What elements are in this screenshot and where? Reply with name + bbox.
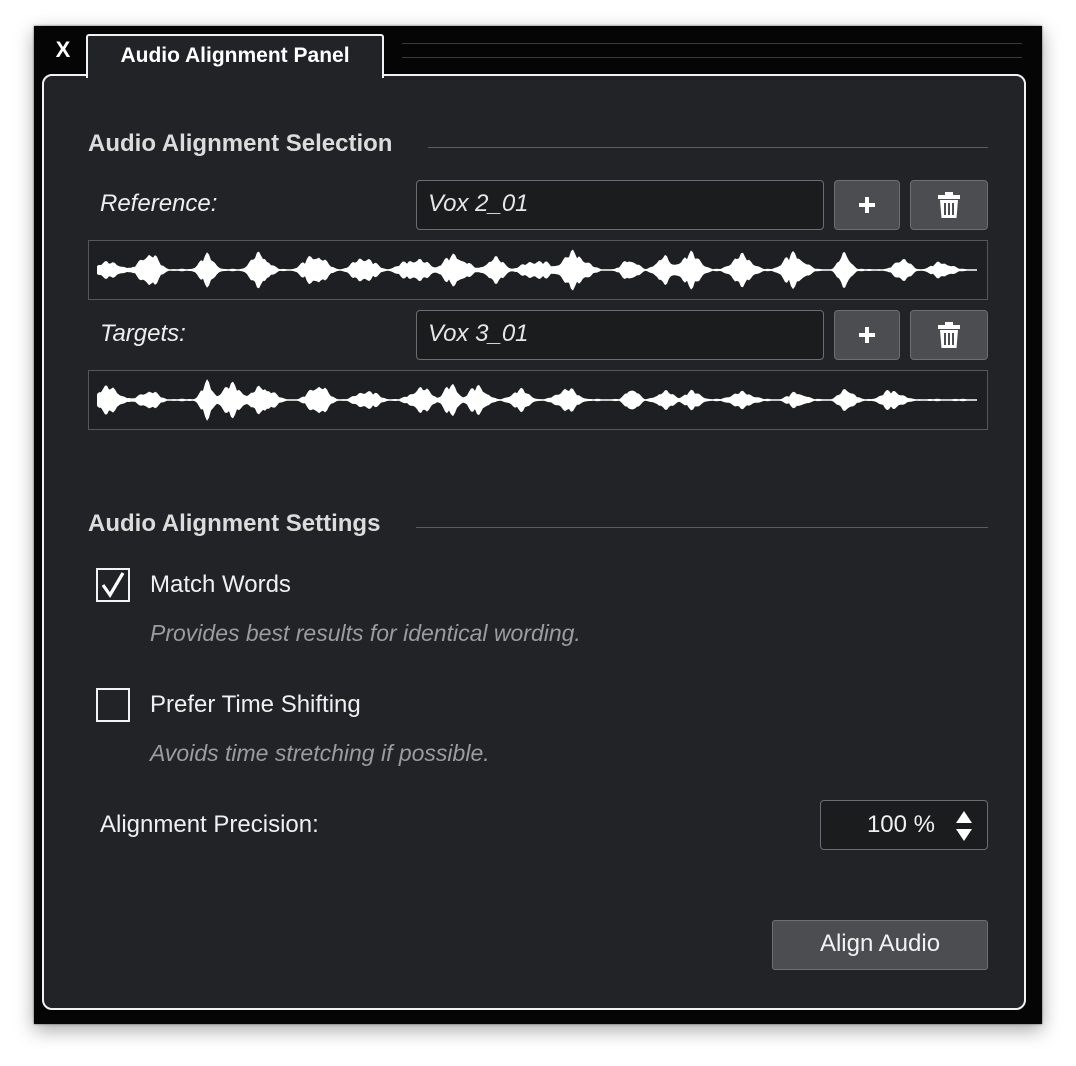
alignment-panel: Audio Alignment Selection Reference: Vox… — [42, 74, 1026, 1010]
match-words-description: Provides best results for identical word… — [150, 620, 581, 646]
targets-label: Targets: — [100, 320, 186, 347]
delete-target-button[interactable] — [910, 310, 988, 360]
tab-joint — [88, 72, 382, 78]
match-words-label[interactable]: Match Words — [150, 571, 291, 599]
precision-spinbox[interactable]: 100 % — [820, 800, 988, 850]
align-audio-button[interactable]: Align Audio — [772, 920, 988, 970]
audio-alignment-window: X Audio Alignment Panel Audio Alignment … — [34, 26, 1042, 1024]
close-button[interactable]: X — [52, 38, 74, 62]
match-words-checkbox[interactable] — [96, 568, 130, 602]
reference-waveform — [88, 240, 988, 300]
waveform-shape — [97, 379, 977, 421]
reference-field[interactable]: Vox 2_01 — [416, 180, 824, 230]
prefer-time-shifting-label[interactable]: Prefer Time Shifting — [150, 691, 361, 719]
prefer-time-shifting-checkbox[interactable] — [96, 688, 130, 722]
precision-value: 100 % — [866, 811, 935, 838]
plus-icon — [859, 197, 875, 213]
section-divider — [428, 147, 988, 148]
targets-field[interactable]: Vox 3_01 — [416, 310, 824, 360]
delete-reference-button[interactable] — [910, 180, 988, 230]
tab-title: Audio Alignment Panel — [120, 44, 350, 67]
prefer-time-shifting-description: Avoids time stretching if possible. — [150, 740, 490, 766]
trash-icon — [938, 322, 960, 348]
waveform-shape — [97, 249, 977, 291]
titlebar-rule — [402, 43, 1022, 44]
plus-icon — [859, 327, 875, 343]
reference-waveform-graphic — [97, 249, 977, 291]
trash-icon — [938, 192, 960, 218]
selection-heading: Audio Alignment Selection — [88, 130, 393, 157]
settings-heading: Audio Alignment Settings — [88, 510, 381, 537]
precision-label: Alignment Precision: — [100, 811, 319, 838]
checkmark-icon — [101, 572, 125, 598]
titlebar-rule — [402, 57, 1022, 58]
add-target-button[interactable] — [834, 310, 900, 360]
add-reference-button[interactable] — [834, 180, 900, 230]
section-divider — [416, 527, 988, 528]
target-waveform — [88, 370, 988, 430]
target-waveform-graphic — [97, 379, 977, 421]
reference-label: Reference: — [100, 190, 218, 217]
stepper-arrows-icon[interactable] — [955, 810, 973, 842]
